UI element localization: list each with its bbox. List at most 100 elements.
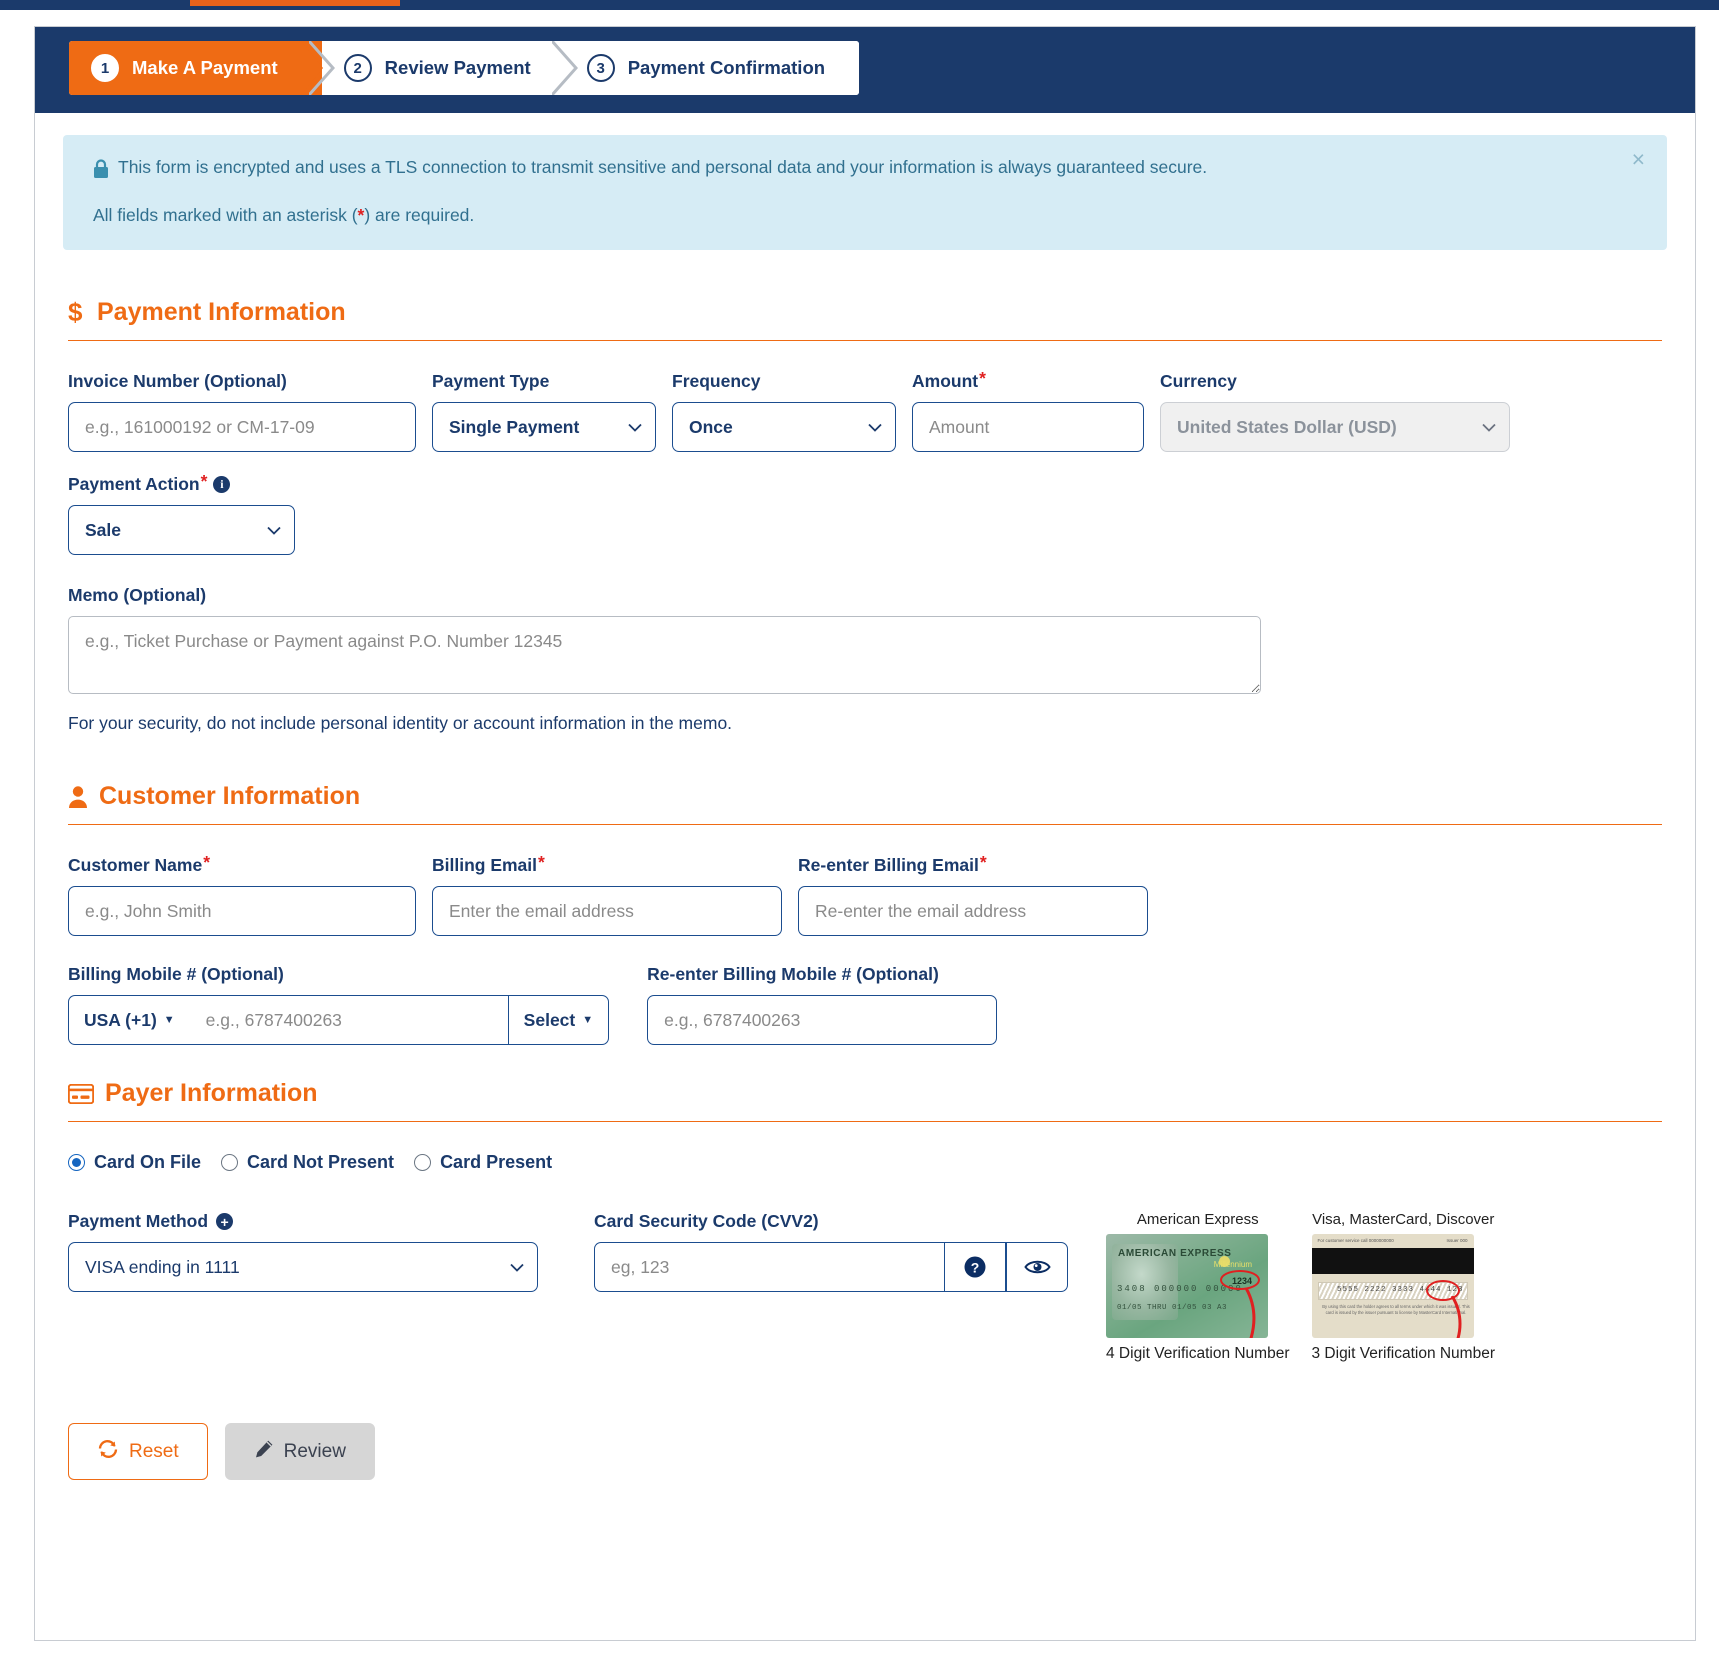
currency-label-text: Currency bbox=[1160, 371, 1237, 391]
plus-circle-icon[interactable]: + bbox=[216, 1213, 234, 1230]
amex-pointer-line bbox=[1244, 1288, 1256, 1338]
visa-caption: 3 Digit Verification Number bbox=[1311, 1345, 1496, 1362]
payment-method-select[interactable]: VISA ending in 1111 bbox=[68, 1242, 538, 1292]
wizard-step-payment-confirmation[interactable]: 3 Payment Confirmation bbox=[564, 41, 860, 95]
radio-card-not-present-label: Card Not Present bbox=[247, 1152, 395, 1172]
billing-mobile-input-group: USA (+1) ▼ Select ▼ bbox=[68, 995, 610, 1045]
refresh-icon bbox=[97, 1439, 119, 1465]
payment-information-title: Payment Information bbox=[97, 298, 346, 326]
eye-icon[interactable] bbox=[1006, 1242, 1068, 1292]
payment-type-label: Payment Type bbox=[432, 371, 656, 392]
payer-information-section: Payer Information Card On File Card Not … bbox=[63, 1079, 1667, 1363]
amount-label-text: Amount bbox=[912, 371, 979, 391]
visa-card-help: Visa, MasterCard, Discover For customer … bbox=[1311, 1211, 1496, 1363]
wizard-bar: 1 Make A Payment 2 Review Payment 3 Paym… bbox=[35, 27, 1695, 113]
alert-required-after: ) are required. bbox=[364, 204, 475, 225]
reenter-billing-mobile-label: Re-enter Billing Mobile # (Optional) bbox=[647, 964, 997, 985]
amex-caption: 4 Digit Verification Number bbox=[1106, 1345, 1290, 1362]
reenter-billing-mobile-input[interactable] bbox=[647, 995, 998, 1045]
amount-input[interactable] bbox=[912, 402, 1144, 452]
frequency-label-text: Frequency bbox=[672, 371, 761, 391]
dollar-icon: $ bbox=[68, 299, 86, 326]
billing-email-label: Billing Email * bbox=[432, 852, 782, 876]
payment-action-select[interactable]: Sale bbox=[68, 505, 295, 555]
country-code-label: USA (+1) bbox=[84, 1009, 157, 1030]
svg-text:$: $ bbox=[68, 299, 83, 326]
invoice-number-input[interactable] bbox=[68, 402, 416, 452]
reset-button[interactable]: Reset bbox=[68, 1423, 208, 1480]
step-label-2: Review Payment bbox=[384, 57, 531, 78]
step-separator-1-icon bbox=[308, 41, 335, 95]
info-icon[interactable]: i bbox=[213, 476, 231, 493]
billing-email-group: Billing Email * bbox=[432, 852, 782, 936]
payment-method-select-wrap: VISA ending in 1111 bbox=[68, 1242, 538, 1292]
payment-information-heading: $ Payment Information bbox=[68, 298, 1662, 341]
invoice-number-label: Invoice Number (Optional) bbox=[68, 371, 416, 392]
radio-icon bbox=[221, 1154, 239, 1171]
customer-name-label-text: Customer Name bbox=[68, 855, 203, 875]
visa-issuer-text: Issuer 000 bbox=[1446, 1238, 1468, 1243]
cvv-input[interactable] bbox=[594, 1242, 944, 1292]
billing-email-input[interactable] bbox=[432, 886, 782, 936]
form-action-buttons: Reset Review bbox=[63, 1423, 1667, 1526]
amount-required-star: * bbox=[979, 368, 986, 388]
visa-service-text: For customer service call 0000000000 bbox=[1317, 1238, 1394, 1243]
payment-type-select-wrap: Single Payment bbox=[432, 402, 656, 452]
customer-fields-row: Customer Name* Billing Email* Re-enter B… bbox=[68, 852, 1662, 936]
billing-mobile-group: Billing Mobile # (Optional) USA (+1) ▼ S… bbox=[68, 964, 610, 1045]
mobile-fields-row: Billing Mobile # (Optional) USA (+1) ▼ S… bbox=[68, 964, 1662, 1045]
reset-button-label: Reset bbox=[129, 1440, 179, 1462]
amount-group: Amount * bbox=[912, 368, 1144, 452]
amex-card-dates: 01/05 THRU 01/05 03 A3 bbox=[1117, 1304, 1228, 1312]
memo-security-note: For your security, do not include person… bbox=[68, 713, 733, 733]
card-presence-radio-group: Card On File Card Not Present Card Prese… bbox=[68, 1152, 1662, 1173]
question-circle-icon[interactable]: ? bbox=[944, 1242, 1006, 1292]
review-button[interactable]: Review bbox=[224, 1423, 375, 1480]
frequency-label: Frequency bbox=[672, 371, 896, 392]
currency-select-wrap: United States Dollar (USD) bbox=[1160, 402, 1510, 452]
payment-type-select[interactable]: Single Payment bbox=[432, 402, 656, 452]
payment-method-group: Payment Method + VISA ending in 1111 bbox=[68, 1211, 538, 1292]
amex-card-image: AMERICAN EXPRESS Millennium 3408 000000 … bbox=[1106, 1234, 1268, 1338]
active-tab-indicator bbox=[190, 0, 400, 6]
radio-card-not-present[interactable]: Card Not Present bbox=[221, 1152, 394, 1173]
customer-information-heading: Customer Information bbox=[68, 782, 1662, 825]
billing-mobile-input[interactable] bbox=[189, 995, 508, 1045]
radio-card-on-file[interactable]: Card On File bbox=[68, 1152, 201, 1173]
reenter-billing-email-group: Re-enter Billing Email * bbox=[798, 852, 1148, 936]
country-code-dropdown[interactable]: USA (+1) ▼ bbox=[68, 995, 190, 1045]
magnetic-stripe bbox=[1311, 1248, 1474, 1274]
reenter-billing-mobile-group: Re-enter Billing Mobile # (Optional) bbox=[647, 964, 998, 1045]
mobile-type-select[interactable]: Select ▼ bbox=[507, 995, 610, 1045]
radio-icon bbox=[414, 1154, 432, 1171]
caret-down-icon: ▼ bbox=[582, 1014, 594, 1026]
memo-label-text: Memo (Optional) bbox=[68, 585, 207, 605]
customer-name-label: Customer Name * bbox=[68, 852, 416, 876]
reenter-billing-email-input[interactable] bbox=[798, 886, 1148, 936]
billing-email-label-text: Billing Email bbox=[432, 855, 538, 875]
memo-textarea[interactable] bbox=[68, 616, 1261, 694]
frequency-group: Frequency Once bbox=[672, 371, 896, 452]
wizard-step-make-a-payment[interactable]: 1 Make A Payment bbox=[69, 41, 335, 95]
payer-information-title: Payer Information bbox=[105, 1079, 318, 1107]
memo-group: Memo (Optional) For your security, do no… bbox=[68, 585, 1662, 734]
currency-group: Currency United States Dollar (USD) bbox=[1160, 371, 1510, 452]
amex-program-text: Millennium bbox=[1213, 1260, 1252, 1269]
radio-card-on-file-label: Card On File bbox=[94, 1152, 202, 1172]
close-icon[interactable]: × bbox=[1626, 147, 1651, 172]
wizard-step-review-payment[interactable]: 2 Review Payment bbox=[321, 41, 578, 95]
radio-card-present[interactable]: Card Present bbox=[414, 1152, 552, 1173]
step-separator-2-icon bbox=[551, 41, 578, 95]
alert-line-2: All fields marked with an asterisk (*) a… bbox=[93, 204, 1637, 225]
pencil-icon bbox=[254, 1439, 274, 1465]
payment-method-label-text: Payment Method bbox=[68, 1211, 209, 1231]
lock-icon bbox=[93, 159, 109, 183]
payment-method-label: Payment Method + bbox=[68, 1211, 538, 1232]
invoice-number-group: Invoice Number (Optional) bbox=[68, 371, 416, 452]
customer-name-input[interactable] bbox=[68, 886, 416, 936]
customer-information-title: Customer Information bbox=[99, 782, 361, 810]
customer-information-section: Customer Information Customer Name* Bill… bbox=[63, 782, 1667, 1045]
cvv-input-group: ? bbox=[594, 1242, 1068, 1292]
payment-action-select-wrap: Sale bbox=[68, 505, 295, 555]
frequency-select[interactable]: Once bbox=[672, 402, 896, 452]
